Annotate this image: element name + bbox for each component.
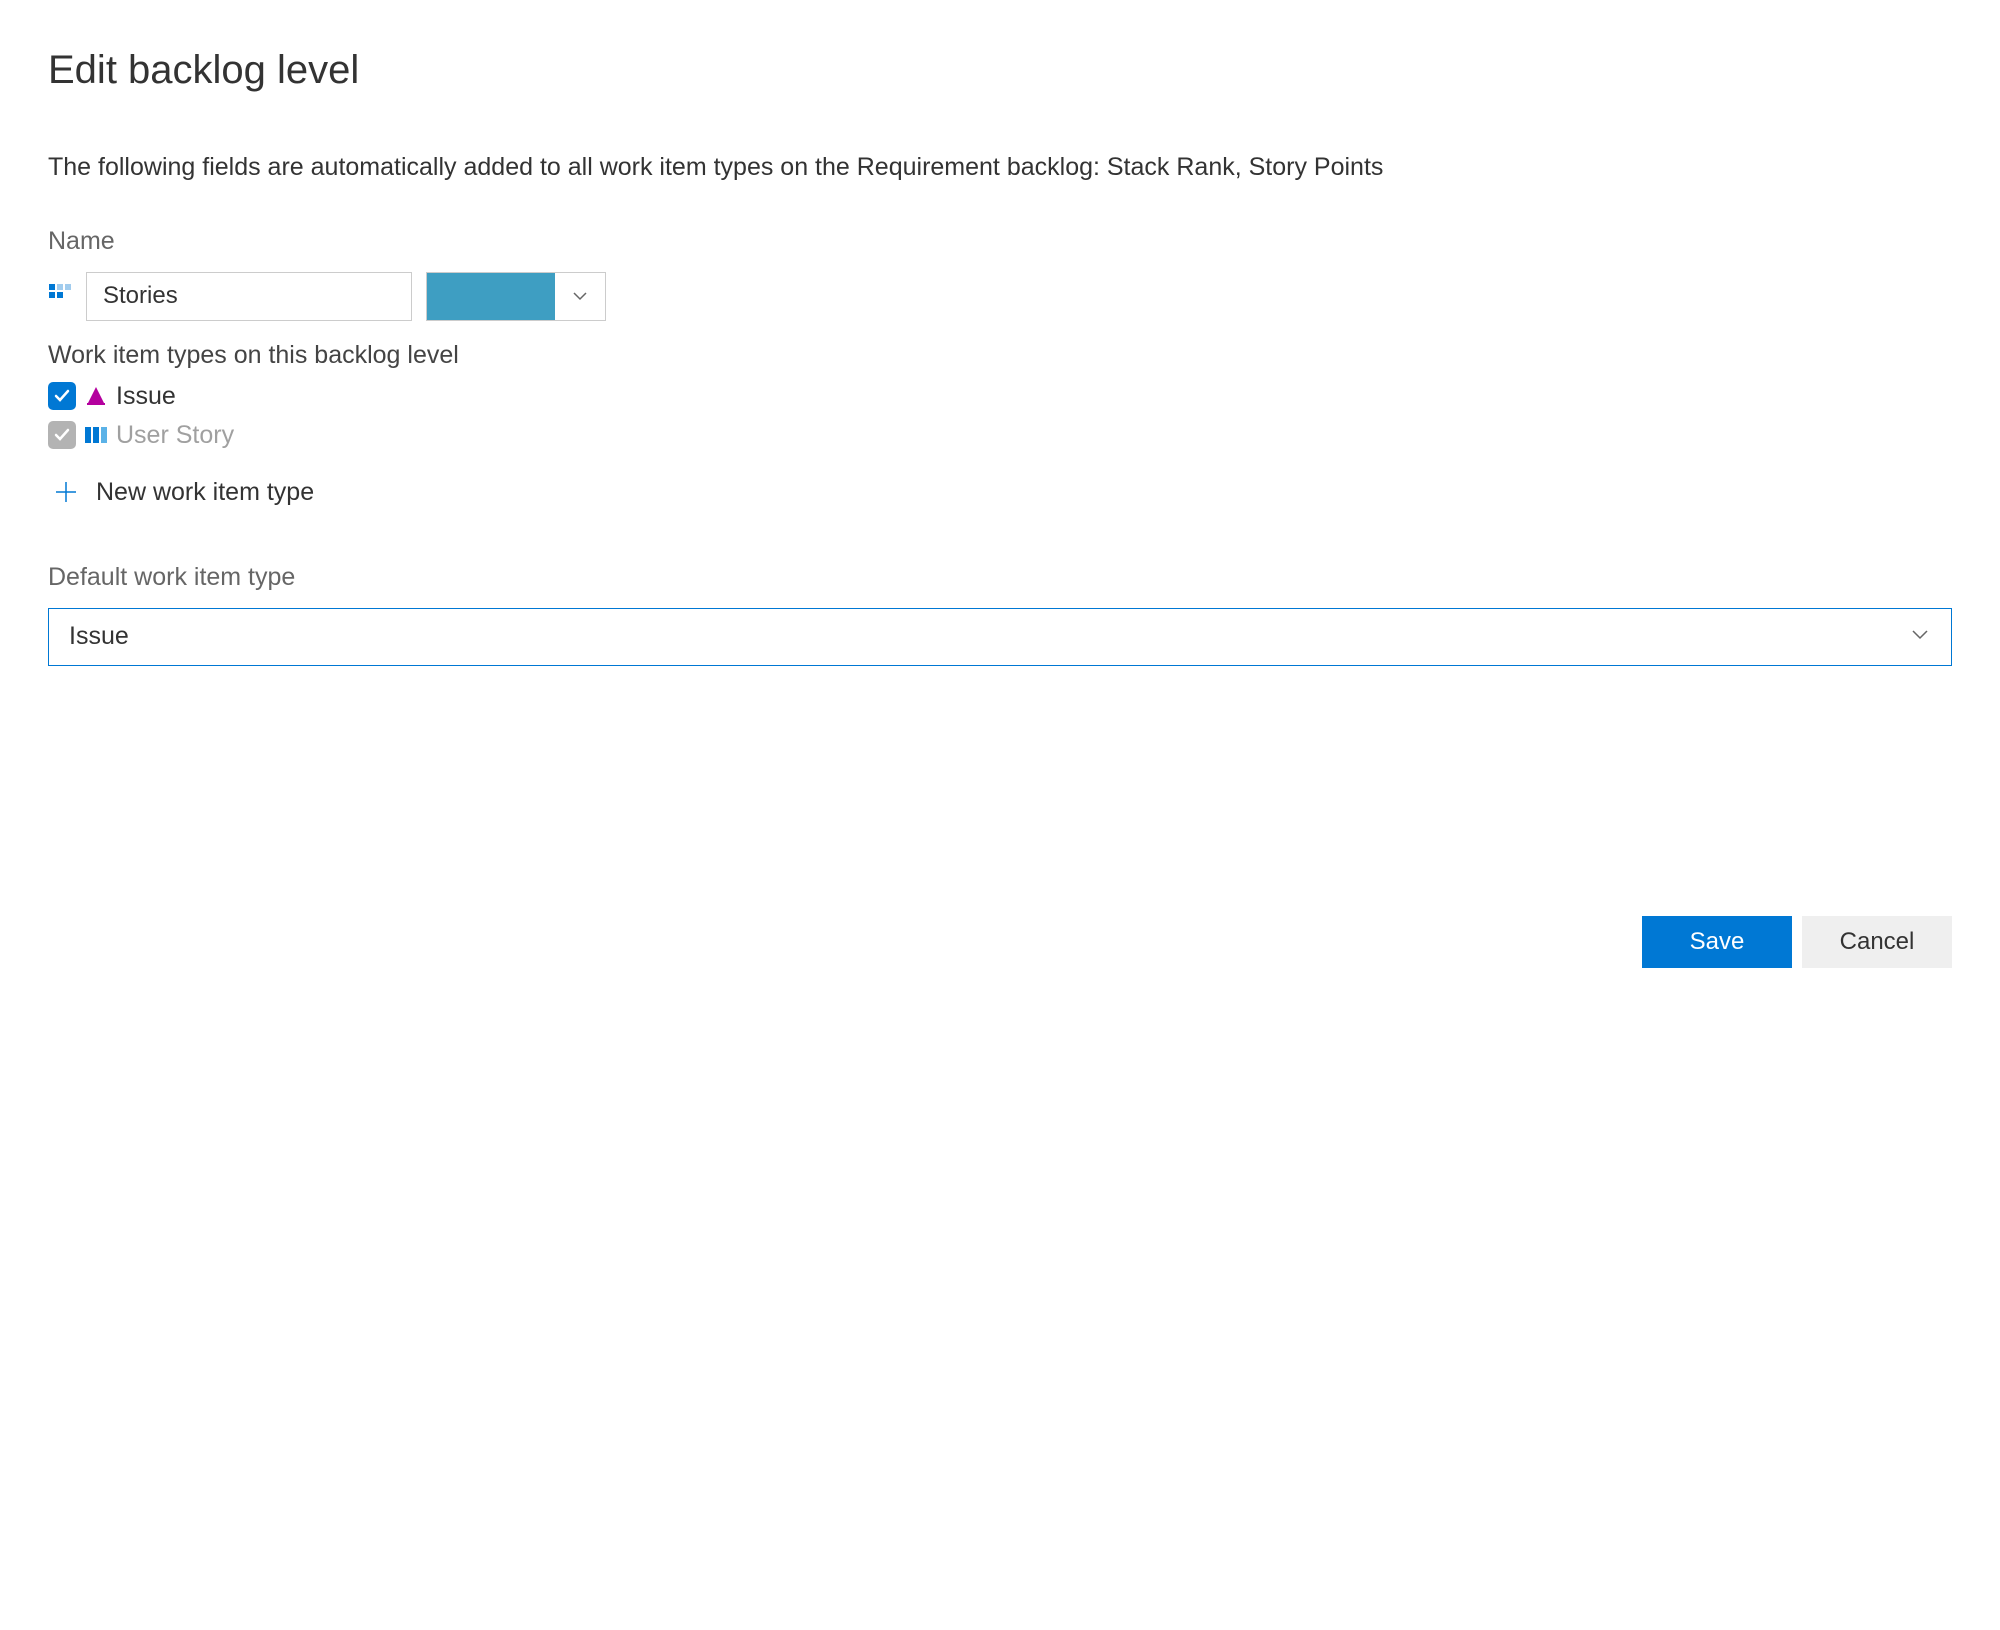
wit-label-user-story: User Story — [116, 421, 234, 450]
name-row — [48, 272, 1952, 321]
dialog-title: Edit backlog level — [48, 48, 1952, 93]
dialog-description: The following fields are automatically a… — [48, 149, 1952, 187]
cancel-button[interactable]: Cancel — [1802, 916, 1952, 968]
chevron-down-icon[interactable] — [555, 273, 605, 320]
dialog-footer: Save Cancel — [48, 916, 1952, 968]
user-story-icon — [82, 423, 110, 447]
save-button[interactable]: Save — [1642, 916, 1792, 968]
default-wit-value: Issue — [69, 622, 129, 651]
color-grid-icon — [48, 282, 72, 311]
new-work-item-type-button[interactable]: New work item type — [48, 478, 1952, 507]
color-swatch — [427, 273, 555, 320]
checkbox-user-story — [48, 421, 76, 449]
work-item-types-label: Work item types on this backlog level — [48, 341, 1952, 370]
name-input[interactable] — [86, 272, 412, 321]
default-wit-label: Default work item type — [48, 563, 1952, 592]
name-label: Name — [48, 227, 1952, 256]
new-work-item-type-label: New work item type — [96, 478, 314, 507]
wit-row-issue: Issue — [48, 382, 1952, 411]
default-wit-select[interactable]: Issue — [48, 608, 1952, 666]
checkbox-issue[interactable] — [48, 382, 76, 410]
chevron-down-icon — [1909, 623, 1931, 650]
wit-row-user-story: User Story — [48, 421, 1952, 450]
issue-icon — [82, 384, 110, 408]
color-picker[interactable] — [426, 272, 606, 321]
wit-label-issue: Issue — [116, 382, 176, 411]
plus-icon — [52, 478, 80, 506]
